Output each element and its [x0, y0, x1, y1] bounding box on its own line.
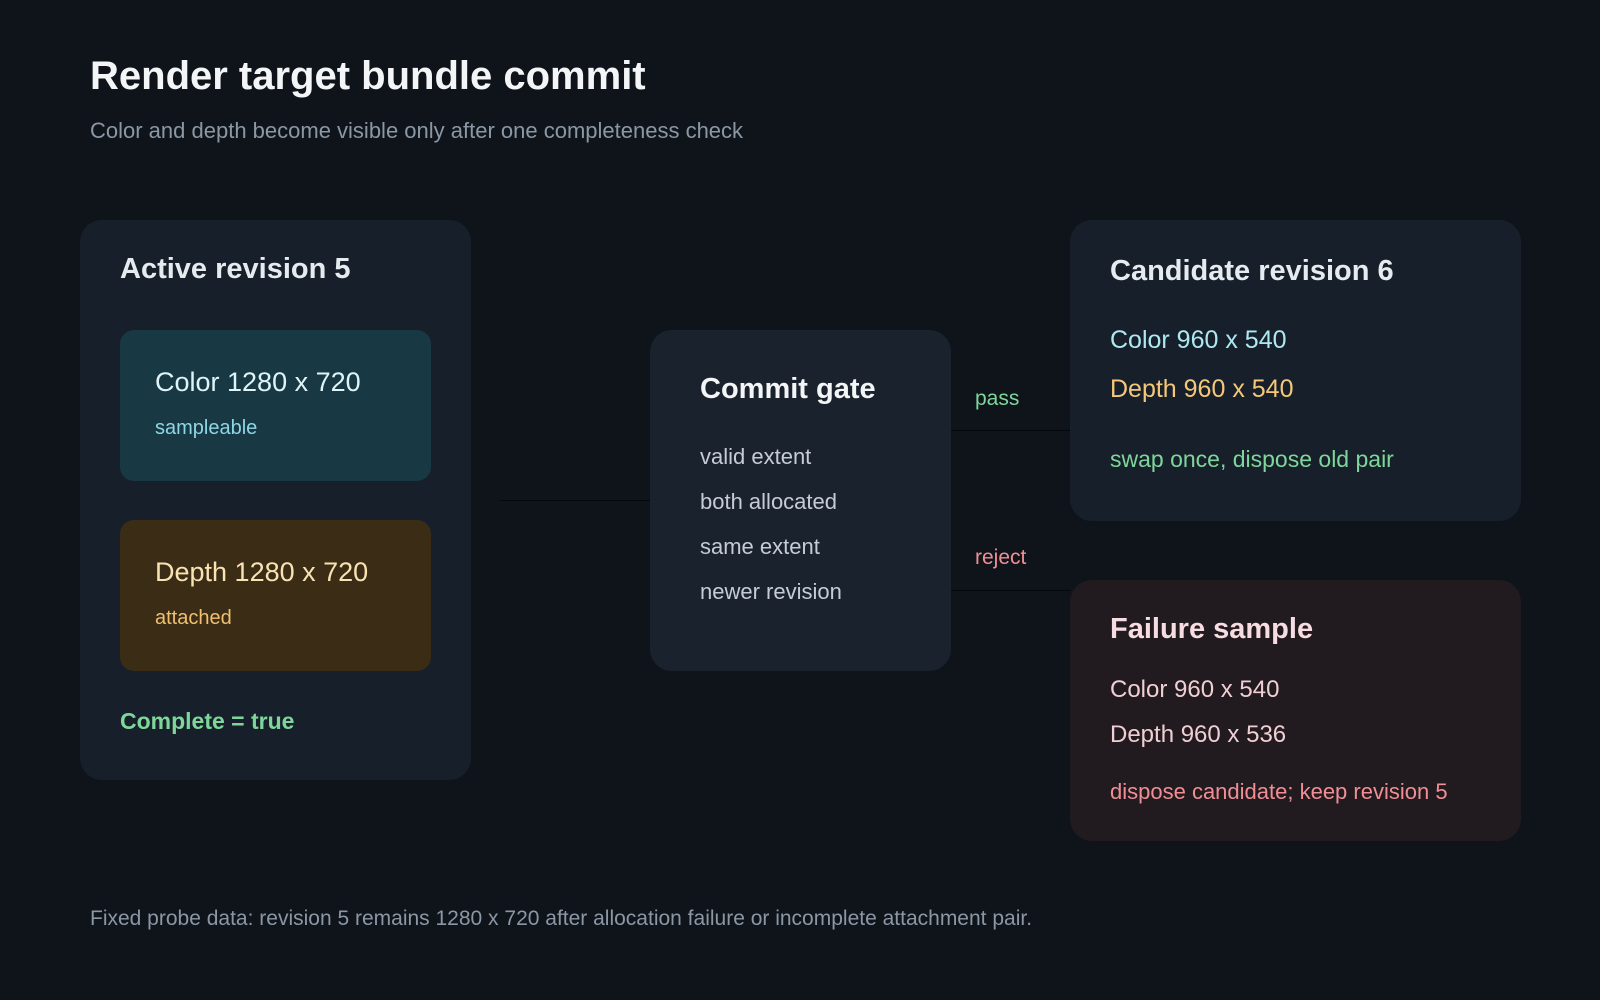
gate-check-item: newer revision: [700, 579, 842, 604]
gate-check-item: valid extent: [700, 444, 812, 469]
active-revision-card: [80, 220, 471, 780]
pass-edge-label: pass: [975, 387, 1020, 410]
failure-sample-title: Failure sample: [1110, 613, 1314, 645]
candidate-action: swap once, dispose old pair: [1110, 446, 1394, 472]
gate-to-failure-connector: [951, 590, 1070, 591]
gate-check-item: both allocated: [700, 489, 837, 514]
candidate-revision-title: Candidate revision 6: [1110, 255, 1394, 287]
active-depth-attachment: [120, 520, 431, 671]
failure-action: dispose candidate; keep revision 5: [1110, 779, 1448, 804]
gate-check-item: same extent: [700, 534, 820, 559]
active-depth-label: Depth 1280 x 720: [155, 557, 369, 587]
candidate-depth-label: Depth 960 x 540: [1110, 375, 1294, 403]
failure-depth-label: Depth 960 x 536: [1110, 721, 1287, 748]
active-revision-title: Active revision 5: [120, 253, 351, 285]
candidate-color-label: Color 960 x 540: [1110, 326, 1287, 354]
active-complete-flag: Complete = true: [120, 708, 295, 734]
page-title: Render target bundle commit: [90, 54, 646, 98]
active-to-gate-connector: [500, 500, 650, 501]
commit-gate-title: Commit gate: [700, 373, 876, 405]
active-color-state: sampleable: [155, 417, 258, 439]
footer-note: Fixed probe data: revision 5 remains 128…: [90, 907, 1033, 930]
active-color-attachment: [120, 330, 431, 481]
page-subtitle: Color and depth become visible only afte…: [90, 118, 744, 143]
reject-edge-label: reject: [975, 546, 1027, 569]
gate-to-candidate-connector: [951, 430, 1070, 431]
failure-color-label: Color 960 x 540: [1110, 676, 1280, 703]
active-color-label: Color 1280 x 720: [155, 367, 361, 397]
active-depth-state: attached: [155, 607, 232, 629]
